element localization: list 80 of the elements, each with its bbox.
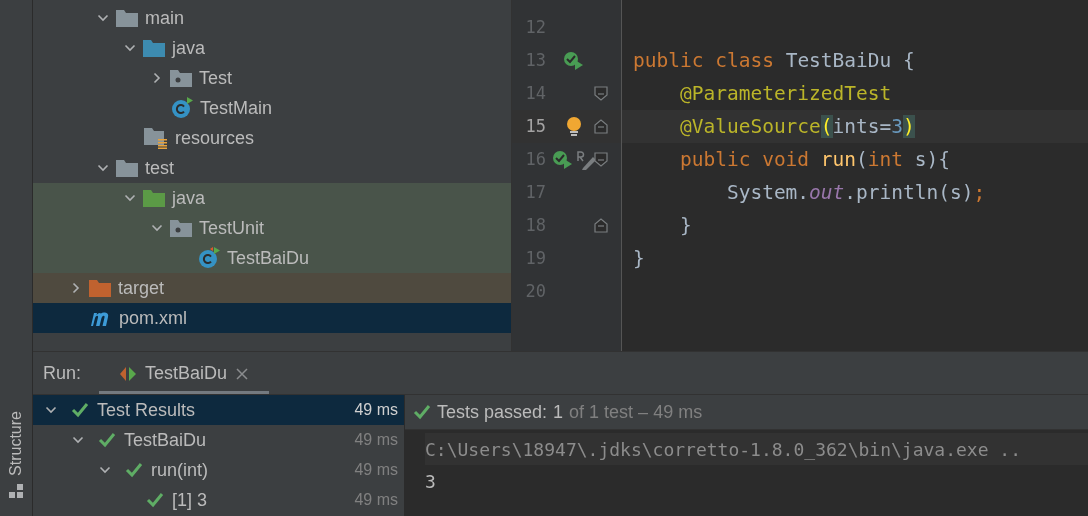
chevron-icon[interactable] [124, 42, 136, 54]
code-line: @ParameterizedTest [678, 80, 892, 107]
tab-label: TestBaiDu [145, 362, 228, 385]
test-result-row[interactable]: run(int) 49 ms [33, 455, 404, 485]
lightbulb-icon[interactable] [565, 115, 583, 138]
tree-item-label: java [172, 36, 206, 60]
chevron-icon[interactable] [97, 162, 109, 174]
tree-row[interactable]: Test [33, 63, 511, 93]
class-file-icon [198, 247, 220, 269]
tree-item-label: Test [199, 66, 232, 90]
folder-icon [116, 159, 138, 177]
tree-row[interactable]: TestMain [33, 93, 511, 123]
tree-row[interactable]: resources [33, 123, 511, 153]
test-result-row[interactable]: Test Results 49 ms [33, 395, 404, 425]
tree-item-label: test [145, 156, 174, 180]
tree-item-label: TestUnit [199, 216, 265, 240]
passed-count: 1 [553, 400, 564, 424]
tree-row[interactable]: java [33, 183, 511, 213]
tree-item-label: resources [175, 126, 255, 150]
tree-row[interactable]: TestBaiDu [33, 243, 511, 273]
fold-marker-icon[interactable] [594, 218, 608, 233]
code-line: System.out.println(s); [725, 179, 986, 206]
tree-item-label: target [118, 276, 165, 300]
chevron-icon[interactable] [45, 404, 57, 416]
structure-tool-tab[interactable]: Structure [4, 411, 28, 498]
fold-marker-icon[interactable] [594, 152, 608, 167]
run-label: Run: [43, 361, 82, 385]
test-duration: 49 ms [354, 460, 398, 480]
resources-folder-icon [144, 127, 168, 149]
tree-row[interactable]: java [33, 33, 511, 63]
folder-icon [143, 189, 165, 207]
folder-icon [116, 9, 138, 27]
package-folder-icon [170, 69, 192, 87]
tree-item-label: TestBaiDu [227, 246, 310, 270]
code-line: @ValueSource(ints=3) [678, 113, 915, 140]
run-test-icon[interactable] [551, 149, 574, 170]
class-file-icon [171, 97, 193, 119]
chevron-icon[interactable] [97, 12, 109, 24]
code-line: } [678, 212, 692, 239]
chevron-icon[interactable] [70, 282, 82, 294]
test-duration: 49 ms [354, 430, 398, 450]
test-name: Test Results [97, 398, 196, 422]
chevron-icon[interactable] [72, 434, 84, 446]
test-name: [1] 3 [172, 488, 208, 512]
chevron-icon[interactable] [151, 222, 163, 234]
folder-icon [89, 279, 111, 297]
tree-item-label: TestMain [200, 96, 273, 120]
chevron-icon[interactable] [99, 464, 111, 476]
test-run-icon [119, 365, 138, 382]
test-duration: 49 ms [354, 400, 398, 420]
package-folder-icon [170, 219, 192, 237]
tree-item-label: main [145, 6, 184, 30]
structure-icon [9, 484, 23, 498]
console-output-line: 3 [425, 469, 437, 494]
chevron-icon[interactable] [124, 192, 136, 204]
folder-icon [143, 39, 165, 57]
close-icon[interactable] [235, 366, 250, 381]
code-line: public void run(int s){ [678, 146, 951, 173]
tree-row[interactable]: test [33, 153, 511, 183]
test-duration: 49 ms [354, 490, 398, 510]
tree-item-label: pom.xml [119, 306, 187, 330]
test-name: run(int) [151, 458, 208, 482]
code-line: } [633, 245, 645, 272]
pencil-icon[interactable] [574, 149, 597, 170]
tree-row[interactable]: main [33, 3, 511, 33]
status-detail: of 1 test – 49 ms [569, 400, 703, 424]
run-test-icon[interactable] [563, 50, 585, 71]
test-name: TestBaiDu [124, 428, 207, 452]
fold-marker-icon[interactable] [594, 119, 608, 134]
tree-row[interactable]: TestUnit [33, 213, 511, 243]
code-line: public class TestBaiDu { [633, 47, 915, 74]
tree-row[interactable]: target [33, 273, 511, 303]
tree-item-label: java [172, 186, 206, 210]
fold-marker-icon[interactable] [594, 86, 608, 101]
chevron-icon[interactable] [151, 72, 163, 84]
line-number: 15 [524, 114, 546, 138]
test-result-row[interactable]: [1] 3 49 ms [33, 485, 404, 515]
status-label: Tests passed: [437, 400, 548, 424]
test-result-row[interactable]: TestBaiDu 49 ms [33, 425, 404, 455]
tree-row[interactable]: pom.xml [33, 303, 511, 333]
